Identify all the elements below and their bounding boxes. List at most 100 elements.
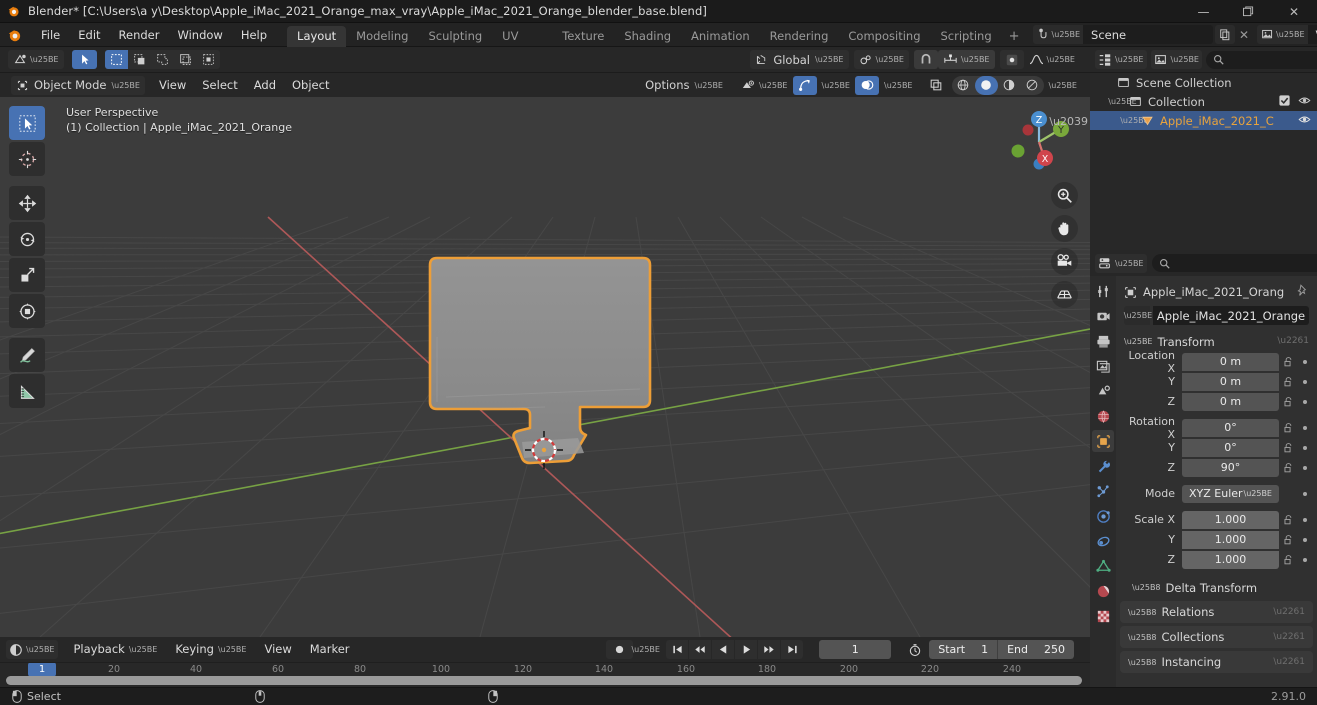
viewlayer-name-field[interactable]: View Layer <box>1307 25 1317 44</box>
properties-search-field[interactable] <box>1174 256 1317 270</box>
outliner-search-field[interactable] <box>1229 53 1317 66</box>
tab-layout[interactable]: Layout <box>287 25 347 47</box>
minimize-button[interactable]: — <box>1181 0 1226 23</box>
rotation-y-lock[interactable] <box>1279 442 1297 453</box>
select-extend-icon[interactable] <box>128 50 151 69</box>
annotate-tool[interactable] <box>9 338 45 372</box>
snap-magnet-button[interactable] <box>914 50 938 69</box>
timeline-ruler[interactable]: 20 40 60 80 100 120 140 160 180 200 220 … <box>0 663 1090 677</box>
shading-material-preview-icon[interactable] <box>998 76 1021 95</box>
transform-orientation-button[interactable]: Global \u25BE <box>750 50 849 69</box>
rotation-mode-dropdown[interactable]: XYZ Euler \u25BE <box>1182 484 1279 503</box>
menu-edit[interactable]: Edit <box>69 26 109 44</box>
panel-header-collections[interactable]: \u25B8 Collections \u2261 <box>1120 626 1313 648</box>
auto-keying-dropdown[interactable]: \u25BE <box>631 640 660 659</box>
location-z-animate[interactable] <box>1297 399 1313 404</box>
ortho-grid-icon[interactable] <box>1051 281 1078 308</box>
tab-modeling[interactable]: Modeling <box>346 26 418 47</box>
viewlayer-browse-icon[interactable]: \u25BE <box>1257 25 1308 44</box>
location-y-lock[interactable] <box>1279 376 1297 387</box>
outliner-editor-type-button[interactable]: \u25BE <box>1095 50 1147 69</box>
panel-header-instancing[interactable]: \u25B8 Instancing \u2261 <box>1120 651 1313 673</box>
location-z-field[interactable]: 0 m <box>1182 392 1279 411</box>
eye-icon[interactable] <box>1298 94 1311 110</box>
shading-dropdown[interactable]: \u25BE <box>1044 76 1083 95</box>
location-y-animate[interactable] <box>1297 379 1313 384</box>
outliner-row-scene-collection[interactable]: Scene Collection <box>1090 73 1317 92</box>
scale-y-field[interactable]: 1.000 <box>1182 530 1279 549</box>
overlays-dropdown[interactable]: \u25BE <box>879 76 918 95</box>
measure-tool[interactable] <box>9 374 45 408</box>
timeline-menu-playback[interactable]: Playback \u25BE <box>66 640 166 659</box>
previous-keyframe-button[interactable] <box>689 640 712 659</box>
rotation-z-lock[interactable] <box>1279 462 1297 473</box>
jump-to-start-button[interactable] <box>666 640 689 659</box>
play-button[interactable] <box>735 640 758 659</box>
pin-icon[interactable] <box>1296 284 1309 300</box>
rotation-x-lock[interactable] <box>1279 422 1297 433</box>
new-scene-button[interactable] <box>1215 25 1236 44</box>
properties-tab-physics[interactable] <box>1092 505 1114 527</box>
timeline-editor-type-button[interactable]: \u25BE <box>6 640 58 659</box>
scale-x-animate[interactable] <box>1297 517 1313 522</box>
disclosure-triangle-object[interactable]: \u25B8 <box>1120 116 1149 125</box>
rotation-x-animate[interactable] <box>1297 425 1313 430</box>
xray-toggle-button[interactable] <box>924 76 948 95</box>
tab-sculpting[interactable]: Sculpting <box>418 26 492 47</box>
select-subtract-icon[interactable] <box>151 50 174 69</box>
menu-render[interactable]: Render <box>110 26 169 44</box>
auto-keying-button[interactable] <box>606 640 634 659</box>
properties-tab-world[interactable] <box>1092 405 1114 427</box>
scale-x-lock[interactable] <box>1279 514 1297 525</box>
properties-tab-view-layer[interactable] <box>1092 355 1114 377</box>
scale-z-animate[interactable] <box>1297 557 1313 562</box>
menu-help[interactable]: Help <box>232 26 276 44</box>
viewport-menu-select[interactable]: Select <box>194 76 245 95</box>
rotation-mode-animate[interactable] <box>1297 491 1313 496</box>
select-intersect-icon[interactable] <box>197 50 220 69</box>
tab-shading[interactable]: Shading <box>614 26 681 47</box>
properties-tab-texture[interactable] <box>1092 605 1114 627</box>
properties-tab-modifiers[interactable] <box>1092 455 1114 477</box>
play-reverse-button[interactable] <box>712 640 735 659</box>
tab-texture-paint[interactable]: Texture Paint <box>552 26 614 64</box>
move-tool[interactable] <box>9 186 45 220</box>
scale-y-lock[interactable] <box>1279 534 1297 545</box>
location-z-lock[interactable] <box>1279 396 1297 407</box>
select-set-icon[interactable] <box>104 50 128 69</box>
unlink-scene-button[interactable]: ✕ <box>1235 25 1253 44</box>
shading-wireframe-icon[interactable] <box>952 76 975 95</box>
outliner-row-collection[interactable]: \u25BE Collection <box>1090 92 1317 111</box>
scale-x-field[interactable]: 1.000 <box>1182 510 1279 529</box>
editor-type-button[interactable]: \u25BE <box>8 50 64 69</box>
outliner-search-input[interactable] <box>1206 50 1317 69</box>
properties-tab-constraints[interactable] <box>1092 530 1114 552</box>
checkbox-icon[interactable] <box>1279 94 1290 109</box>
rotation-z-field[interactable]: 90° <box>1182 458 1279 477</box>
scale-z-lock[interactable] <box>1279 554 1297 565</box>
add-workspace-button[interactable]: + <box>1002 26 1027 47</box>
sidebar-collapse-arrow[interactable]: \u2039 <box>1049 115 1088 128</box>
properties-tab-output[interactable] <box>1092 330 1114 352</box>
shading-rendered-icon[interactable] <box>1021 76 1044 95</box>
outliner-display-mode-button[interactable]: \u25BE <box>1150 50 1202 69</box>
object-name-field[interactable]: Apple_iMac_2021_Orange <box>1153 306 1309 325</box>
properties-tab-scene[interactable] <box>1092 380 1114 402</box>
proportional-falloff-button[interactable]: \u25BE <box>1024 50 1081 69</box>
properties-tab-object[interactable] <box>1092 430 1114 452</box>
properties-tab-particles[interactable] <box>1092 480 1114 502</box>
maximize-button[interactable] <box>1226 0 1271 23</box>
panel-header-relations[interactable]: \u25B8 Relations \u2261 <box>1120 601 1313 623</box>
transform-tool[interactable] <box>9 294 45 328</box>
rotate-tool[interactable] <box>9 222 45 256</box>
scene-name-field[interactable]: Scene <box>1083 25 1214 44</box>
disclosure-triangle-collection[interactable]: \u25BE <box>1108 97 1137 106</box>
tab-animation[interactable]: Animation <box>681 26 760 47</box>
gizmo-toggle-button[interactable] <box>792 75 817 95</box>
location-x-animate[interactable] <box>1297 359 1313 364</box>
proportional-editing-button[interactable] <box>999 50 1024 69</box>
options-button[interactable]: Options \u25BE <box>640 76 728 95</box>
location-x-lock[interactable] <box>1279 356 1297 367</box>
end-frame-field[interactable]: End 250 <box>998 640 1074 659</box>
overlays-toggle-button[interactable] <box>855 75 879 95</box>
